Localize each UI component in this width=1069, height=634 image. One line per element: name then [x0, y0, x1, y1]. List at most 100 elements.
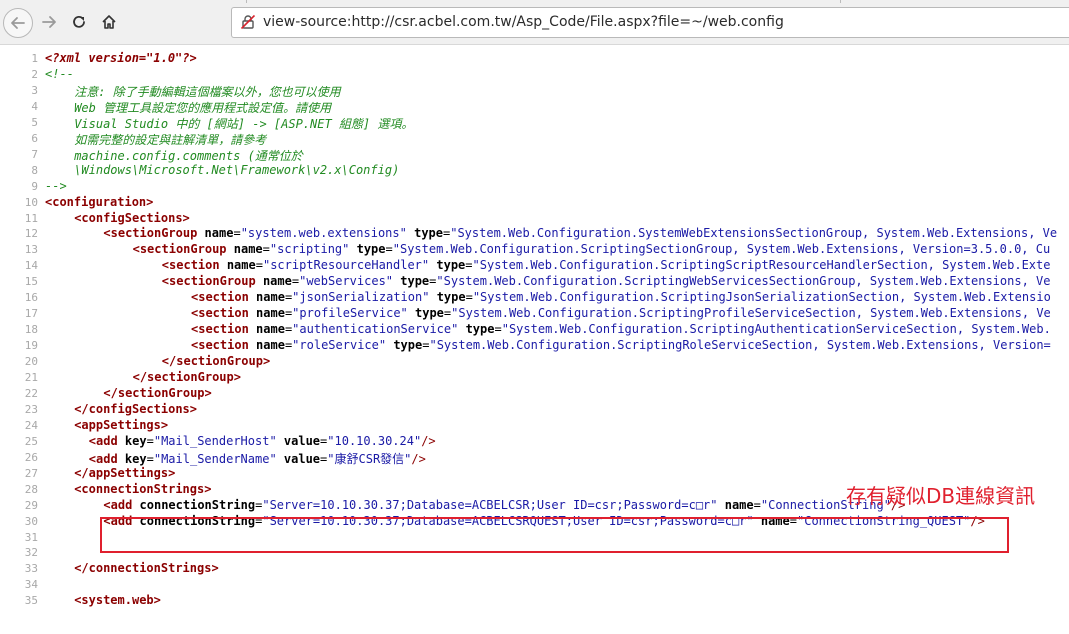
attribute-value: "System.Web.Configuration.ScriptingAuthe… — [501, 322, 1051, 337]
punctuation: = — [291, 274, 300, 289]
home-button[interactable] — [95, 8, 123, 36]
attribute-value: "profileService" — [292, 306, 408, 321]
xml-tag: <add — [88, 451, 125, 466]
attribute-name: value — [283, 451, 321, 466]
attribute-value: "Mail_SenderName" — [153, 451, 277, 466]
source-line: <system.web> — [74, 593, 161, 607]
source-line: </appSettings> — [74, 466, 175, 480]
reload-icon — [73, 15, 85, 28]
source-line: <add key="Mail_SenderHost" value="10.10.… — [89, 434, 436, 448]
url-text: view-source:http://csr.acbel.com.tw/Asp_… — [263, 14, 784, 30]
line-number: 3 — [31, 83, 38, 97]
xml-tag: <section — [191, 322, 257, 337]
insecure-lock-icon — [240, 14, 256, 34]
back-arrow-icon — [11, 17, 25, 29]
xml-tag: <appSettings> — [74, 417, 169, 432]
punctuation — [429, 290, 436, 304]
punctuation: = — [233, 226, 241, 241]
xml-tag: <section — [191, 290, 257, 305]
attribute-value: "roleService" — [292, 338, 387, 353]
source-line: --> — [45, 179, 67, 193]
attribute-value: "10.10.30.24" — [327, 433, 422, 448]
line-number: 10 — [24, 195, 38, 209]
punctuation — [277, 434, 284, 448]
xml-tag: <section — [161, 258, 227, 273]
xml-comment: 如需完整的設定與註解清單，請參考 — [74, 132, 267, 147]
line-number: 31 — [24, 530, 38, 544]
line-number: 13 — [24, 243, 38, 257]
source-line: </configSections> — [74, 402, 197, 416]
line-number: 14 — [24, 259, 38, 273]
source-line: <section name="profileService" type="Sys… — [191, 306, 1051, 320]
line-number: 18 — [24, 323, 38, 337]
source-line: <sectionGroup name="system.web.extension… — [103, 226, 1057, 240]
attribute-value: "scripting" — [269, 242, 350, 257]
punctuation: = — [385, 242, 393, 257]
attribute-name: name — [256, 290, 285, 305]
punctuation: = — [753, 497, 761, 512]
punctuation: = — [465, 258, 473, 273]
line-number: 6 — [31, 131, 38, 145]
attribute-value: "Server=10.10.30.37;Database=ACBELCSR;Us… — [262, 497, 718, 512]
xml-tag: <section — [191, 306, 257, 321]
source-line: <configuration> — [45, 195, 153, 209]
line-number: 7 — [31, 147, 38, 161]
attribute-name: name — [256, 306, 285, 321]
xml-tag: <add — [88, 433, 125, 448]
reload-button[interactable] — [65, 8, 93, 36]
source-line: machine.config.comments (通常位於 — [74, 147, 303, 164]
tab-separator — [840, 0, 841, 3]
punctuation: = — [465, 290, 473, 305]
attribute-value: "System.Web.Configuration.ScriptingSecti… — [392, 242, 1051, 257]
attribute-name: name — [226, 258, 256, 273]
line-number: 33 — [24, 562, 38, 576]
punctuation: = — [146, 451, 154, 466]
line-number: 24 — [24, 418, 38, 432]
url-bar[interactable]: view-source:http://csr.acbel.com.tw/Asp_… — [231, 7, 1069, 38]
attribute-name: type — [415, 306, 444, 321]
attribute-value: "authenticationService" — [292, 322, 459, 337]
attribute-name: name — [233, 242, 263, 257]
xml-comment: 注意: 除了手動編輯這個檔案以外，您也可以使用 — [74, 84, 341, 99]
attribute-value: "System.Web.Configuration.ScriptingRoleS… — [429, 338, 1051, 353]
line-number: 27 — [24, 466, 38, 480]
source-line: <section name="jsonSerialization" type="… — [191, 290, 1051, 304]
attribute-name: name — [724, 497, 754, 512]
line-number: 2 — [31, 67, 38, 81]
attribute-name: type — [356, 242, 386, 257]
xml-tag: </sectionGroup> — [103, 385, 212, 400]
punctuation — [277, 452, 284, 466]
attribute-name: type — [400, 274, 430, 289]
attribute-name: key — [124, 433, 147, 448]
punctuation: = — [146, 433, 154, 448]
attribute-value: "jsonSerialization" — [292, 290, 430, 305]
xml-comment: --> — [45, 178, 67, 193]
forward-button[interactable] — [35, 8, 63, 36]
source-line: <!-- — [45, 67, 74, 81]
line-number: 22 — [24, 386, 38, 400]
line-number: 17 — [24, 307, 38, 321]
attribute-name: key — [124, 451, 147, 466]
source-line: </sectionGroup> — [162, 354, 270, 368]
xml-tag: </sectionGroup> — [132, 370, 241, 384]
source-line: 注意: 除了手動編輯這個檔案以外，您也可以使用 — [74, 83, 340, 100]
line-number: 12 — [24, 227, 38, 241]
source-line: <add key="Mail_SenderName" value="康舒CSR發… — [89, 450, 426, 467]
attribute-value: "scriptResourceHandler" — [262, 258, 430, 273]
line-number: 1 — [31, 52, 38, 65]
source-line: <connectionStrings> — [74, 482, 211, 496]
punctuation: = — [262, 242, 270, 257]
attribute-name: type — [465, 322, 495, 337]
back-button[interactable] — [3, 8, 33, 38]
line-number: 16 — [24, 291, 38, 305]
source-line: <sectionGroup name="scripting" type="Sys… — [133, 242, 1051, 256]
attribute-name: name — [204, 226, 234, 241]
line-number: 29 — [24, 498, 38, 512]
xml-comment: \Windows\Microsoft.Net\Framework\v2.x\Co… — [74, 162, 400, 177]
punctuation: = — [255, 258, 263, 273]
xml-tag-close: /> — [421, 433, 436, 448]
source-line: <sectionGroup name="webServices" type="S… — [162, 274, 1051, 288]
attribute-name: type — [436, 290, 466, 305]
attribute-value: "System.Web.Configuration.ScriptingWebSe… — [436, 274, 1051, 289]
xml-tag: <configSections> — [74, 210, 190, 225]
